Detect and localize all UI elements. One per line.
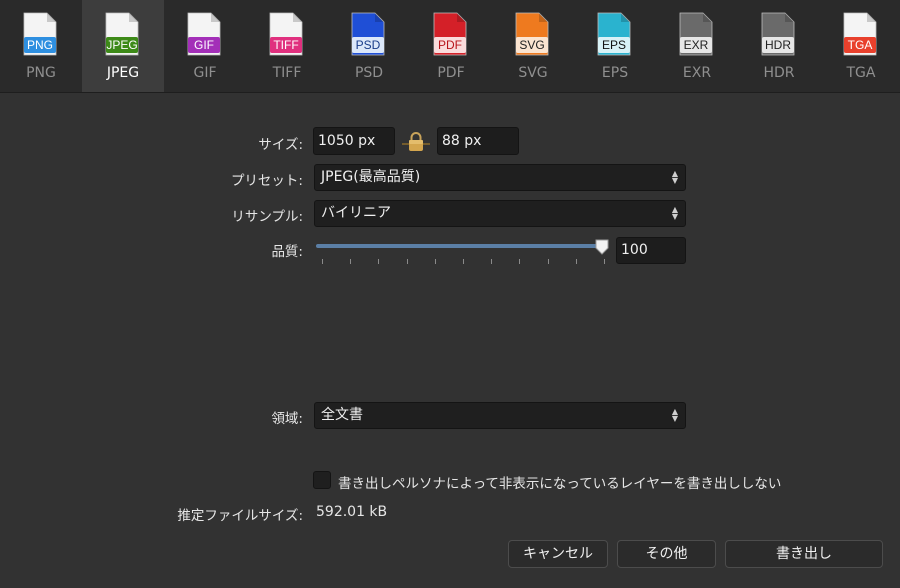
format-tab-psd[interactable]: PSD PSD — [328, 0, 410, 92]
file-badge: TIFF — [270, 37, 302, 53]
updown-arrows-icon: ▲ ▼ — [671, 407, 679, 423]
format-tab-pdf[interactable]: PDF PDF — [410, 0, 492, 92]
hidden-layers-checkbox[interactable] — [313, 471, 331, 489]
file-psd-icon: PSD — [351, 12, 385, 56]
slider-tick — [491, 259, 493, 264]
format-tab-label: TGA — [846, 65, 876, 81]
export-button[interactable]: 書き出し — [725, 540, 883, 568]
format-tab-label: GIF — [193, 65, 217, 81]
quality-slider-track[interactable] — [316, 244, 606, 248]
format-tab-jpeg[interactable]: JPEG JPEG — [82, 0, 164, 92]
updown-arrows-icon: ▲ ▼ — [671, 205, 679, 221]
resample-label: リサンプル: — [231, 209, 303, 225]
format-tab-label: PDF — [437, 65, 465, 81]
format-tab-label: EPS — [601, 65, 629, 81]
slider-tick — [604, 259, 605, 264]
format-tab-label: HDR — [763, 65, 795, 81]
preset-label: プリセット: — [230, 173, 303, 189]
format-tab-label: PNG — [26, 65, 56, 81]
file-badge: EXR — [680, 37, 712, 53]
slider-tick — [519, 259, 521, 264]
file-eps-icon: EPS — [597, 12, 631, 56]
cancel-button[interactable]: キャンセル — [508, 540, 608, 568]
resample-select[interactable]: バイリニア ▲ ▼ — [314, 200, 686, 227]
resample-value: バイリニア — [321, 205, 391, 221]
more-button[interactable]: その他 — [617, 540, 716, 568]
slider-tick — [575, 259, 577, 264]
file-pdf-icon: PDF — [433, 12, 467, 56]
estimate-value: 592.01 kB — [316, 504, 388, 520]
file-gif-icon: GIF — [187, 12, 221, 56]
format-tab-gif[interactable]: GIF GIF — [164, 0, 246, 92]
format-tab-tiff[interactable]: TIFF TIFF — [246, 0, 328, 92]
file-badge: SVG — [516, 37, 548, 53]
format-tab-label: JPEG — [106, 65, 140, 81]
quality-field[interactable]: 100 — [616, 237, 686, 264]
preset-value: JPEG(最高品質) — [321, 169, 421, 185]
file-exr-icon: EXR — [679, 12, 713, 56]
file-badge: PSD — [352, 37, 384, 53]
estimate-label: 推定ファイルサイズ: — [177, 508, 303, 524]
format-tab-eps[interactable]: EPS EPS — [574, 0, 656, 92]
file-badge: TGA — [844, 37, 876, 53]
lock-icon[interactable] — [402, 131, 430, 153]
height-field[interactable]: 88 px — [437, 127, 519, 155]
quality-label: 品質: — [271, 244, 303, 260]
format-tab-exr[interactable]: EXR EXR — [656, 0, 738, 92]
file-svg-icon: SVG — [515, 12, 549, 56]
slider-tick — [406, 259, 408, 264]
slider-tick — [322, 259, 323, 264]
slider-tick — [547, 259, 549, 264]
slider-tick — [350, 259, 352, 264]
area-select[interactable]: 全文書 ▲ ▼ — [314, 402, 686, 429]
file-tga-icon: TGA — [843, 12, 877, 56]
file-jpeg-icon: JPEG — [105, 12, 139, 56]
file-tiff-icon: TIFF — [269, 12, 303, 56]
area-label: 領域: — [271, 411, 303, 427]
file-badge: PNG — [24, 37, 56, 53]
file-badge: PDF — [434, 37, 466, 53]
size-label: サイズ: — [258, 137, 303, 153]
format-tab-label: EXR — [682, 65, 712, 81]
preset-select[interactable]: JPEG(最高品質) ▲ ▼ — [314, 164, 686, 191]
file-badge: JPEG — [106, 37, 138, 53]
slider-tick — [463, 259, 464, 264]
format-tab-svg[interactable]: SVG SVG — [492, 0, 574, 92]
file-badge: HDR — [762, 37, 794, 53]
updown-arrows-icon: ▲ ▼ — [671, 169, 679, 185]
format-tab-tga[interactable]: TGA TGA — [820, 0, 900, 92]
hidden-layers-label: 書き出しペルソナによって非表示になっているレイヤーを書き出ししない — [338, 476, 782, 492]
format-tab-bar: PNG PNG JPEG JPEG GIF GIF TIFF TIFF PSD PSD PDF PDF… — [0, 0, 900, 93]
file-png-icon: PNG — [23, 12, 57, 56]
file-badge: GIF — [188, 37, 220, 53]
width-field[interactable]: 1050 px — [313, 127, 395, 155]
format-tab-label: SVG — [518, 65, 548, 81]
format-tab-label: PSD — [354, 65, 384, 81]
format-tab-label: TIFF — [272, 65, 302, 81]
format-tab-hdr[interactable]: HDR HDR — [738, 0, 820, 92]
format-tab-png[interactable]: PNG PNG — [0, 0, 82, 92]
area-value: 全文書 — [321, 407, 363, 423]
file-badge: EPS — [598, 37, 630, 53]
quality-slider-thumb[interactable] — [595, 239, 609, 255]
slider-tick — [378, 259, 380, 264]
file-hdr-icon: HDR — [761, 12, 795, 56]
slider-tick — [434, 259, 436, 264]
